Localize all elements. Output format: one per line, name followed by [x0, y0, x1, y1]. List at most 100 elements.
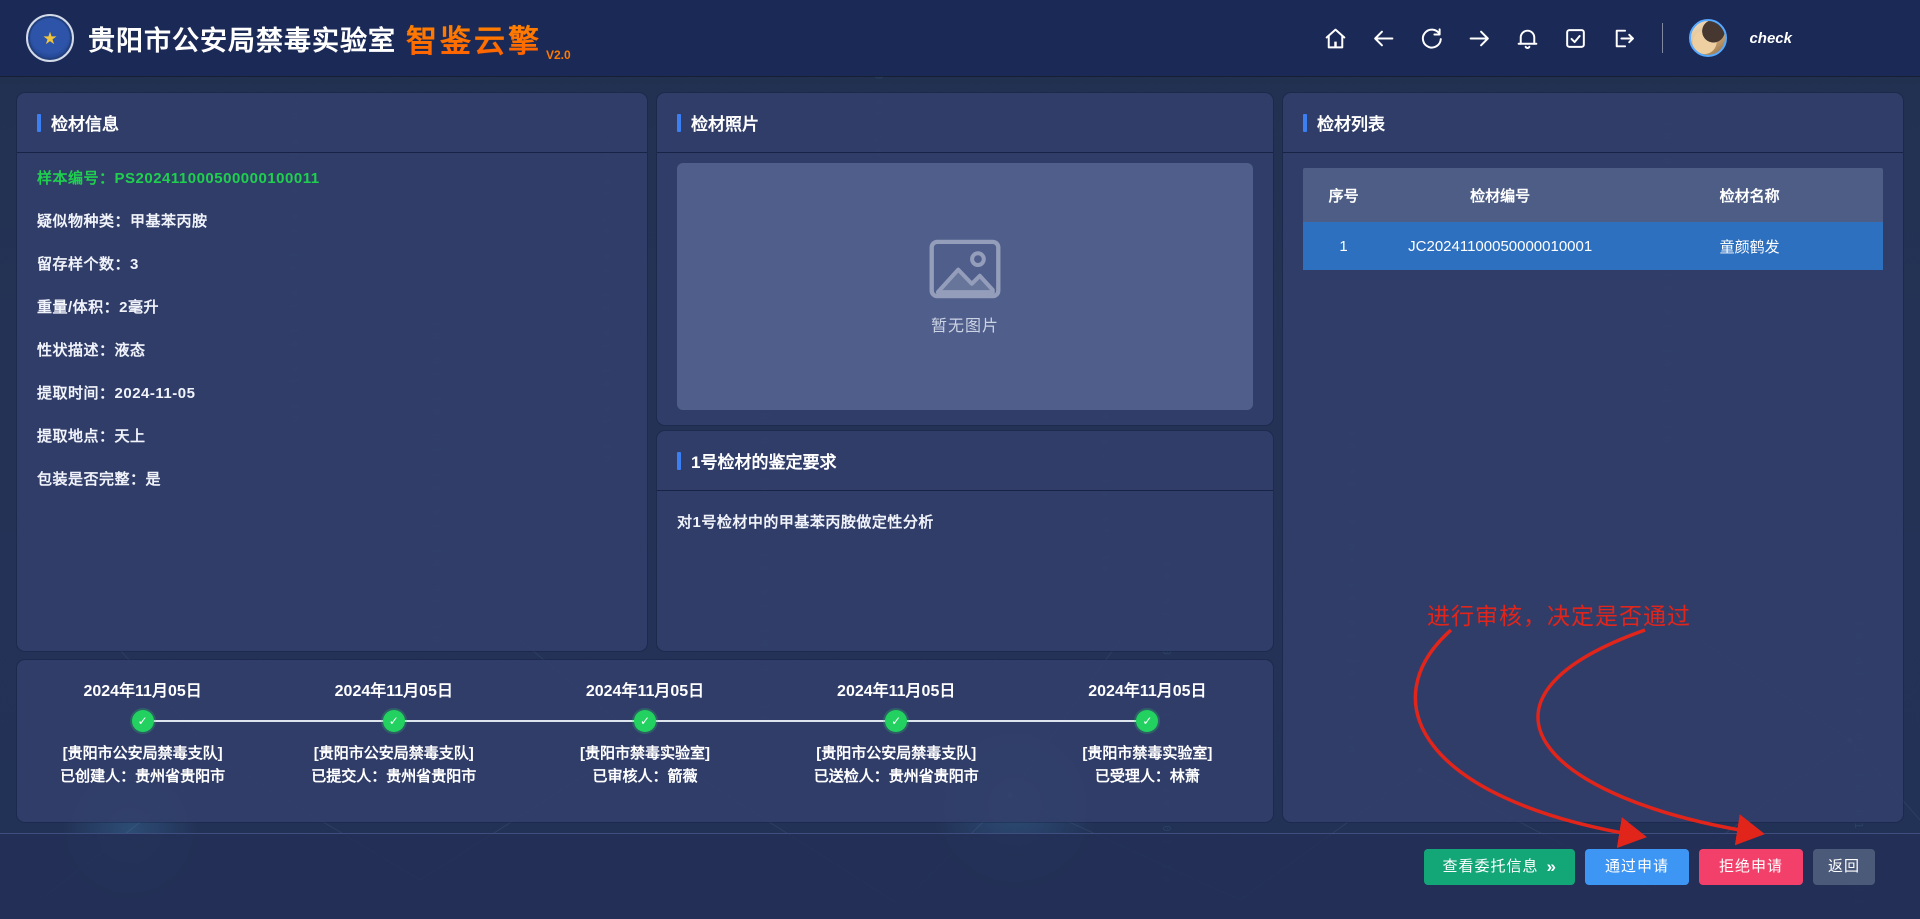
product-logo: 智鉴云擎: [406, 16, 542, 61]
retained-count-field: 留存样个数：3: [37, 256, 627, 273]
timeline-org: [贵阳市禁毒实验室]: [519, 743, 770, 765]
no-image-text: 暂无图片: [931, 312, 999, 336]
todo-check-icon[interactable]: [1562, 25, 1588, 51]
package-intact-field: 包装是否完整：是: [37, 471, 627, 488]
timeline-step-accepted: 2024年11月05日 ✓ [贵阳市禁毒实验室] 已受理人：林萧: [1022, 660, 1273, 822]
timeline-person: 已创建人：贵州省贵阳市: [17, 765, 268, 788]
specimen-table: 序号 检材编号 检材名称 1 JC20241100050000010001 童颜…: [1283, 153, 1903, 285]
view-commission-label: 查看委托信息: [1442, 849, 1538, 885]
timeline-date: 2024年11月05日: [268, 682, 519, 701]
requirement-content: 对1号检材中的甲基苯丙胺做定性分析: [657, 491, 1273, 552]
panel-title: 检材照片: [677, 110, 759, 135]
field-label: 包装是否完整：: [37, 471, 146, 488]
timeline-date: 2024年11月05日: [771, 682, 1022, 701]
timeline-person: 已受理人：林萧: [1022, 765, 1273, 788]
review-annotation-text: 进行审核，决定是否通过: [1427, 597, 1691, 631]
timeline-person: 已送检人：贵州省贵阳市: [771, 765, 1022, 788]
logout-icon[interactable]: [1610, 25, 1636, 51]
double-chevron-icon: »: [1546, 849, 1556, 885]
cell-name: 童颜鹤发: [1616, 222, 1883, 270]
image-placeholder-icon: [928, 238, 1002, 300]
username-label: check: [1749, 30, 1792, 47]
panel-header: 检材列表: [1283, 93, 1903, 153]
notifications-bell-icon[interactable]: [1514, 25, 1540, 51]
specimen-list-panel: 检材列表 序号 检材编号 检材名称 1 JC202411000500000100…: [1283, 93, 1903, 822]
refresh-icon[interactable]: [1418, 25, 1444, 51]
app-header: ★ 贵阳市公安局禁毒实验室 智鉴云擎 V2.0 check: [0, 0, 1920, 76]
user-avatar[interactable]: [1689, 19, 1727, 57]
timeline-step-sent: 2024年11月05日 ✓ [贵阳市公安局禁毒支队] 已送检人：贵州省贵阳市: [771, 660, 1022, 822]
timeline-org: [贵阳市公安局禁毒支队]: [17, 743, 268, 765]
back-arrow-icon[interactable]: [1370, 25, 1396, 51]
field-label: 样本编号：: [37, 170, 115, 187]
field-label: 提取地点：: [37, 428, 115, 445]
check-circle-icon: ✓: [1136, 710, 1158, 732]
view-commission-button[interactable]: 查看委托信息 »: [1424, 849, 1574, 885]
nav-divider: [1662, 23, 1663, 53]
photo-placeholder: 暂无图片: [677, 163, 1253, 410]
panel-title: 检材信息: [37, 110, 119, 135]
timeline-date: 2024年11月05日: [519, 682, 770, 701]
check-circle-icon: ✓: [885, 710, 907, 732]
panel-title: 检材列表: [1303, 110, 1385, 135]
timeline-org: [贵阳市禁毒实验室]: [1022, 743, 1273, 765]
panel-title: 1号检材的鉴定要求: [677, 448, 836, 473]
lab-title: 贵阳市公安局禁毒实验室: [88, 19, 396, 58]
appraisal-requirement-panel: 1号检材的鉴定要求 对1号检材中的甲基苯丙胺做定性分析: [657, 431, 1273, 651]
police-badge-logo: ★: [26, 14, 74, 62]
panel-header: 1号检材的鉴定要求: [657, 431, 1273, 491]
table-row[interactable]: 1 JC20241100050000010001 童颜鹤发: [1303, 222, 1883, 270]
timeline-org: [贵阳市公安局禁毒支队]: [268, 743, 519, 765]
suspected-type-field: 疑似物种类：甲基苯丙胺: [37, 213, 627, 230]
field-value: 甲基苯丙胺: [130, 213, 208, 230]
timeline-org: [贵阳市公安局禁毒支队]: [771, 743, 1022, 765]
field-label: 留存样个数：: [37, 256, 130, 273]
timeline-step-submitted: 2024年11月05日 ✓ [贵阳市公安局禁毒支队] 已提交人：贵州省贵阳市: [268, 660, 519, 822]
cell-index: 1: [1303, 222, 1384, 270]
check-circle-icon: ✓: [383, 710, 405, 732]
home-icon[interactable]: [1322, 25, 1348, 51]
character-desc-field: 性状描述：液态: [37, 342, 627, 359]
footer-buttons: 查看委托信息 » 通过申请 拒绝申请 返回: [1424, 849, 1875, 885]
back-button[interactable]: 返回: [1813, 849, 1875, 885]
column-header-name: 检材名称: [1616, 168, 1883, 222]
approve-button[interactable]: 通过申请: [1585, 849, 1689, 885]
process-timeline-panel: 2024年11月05日 ✓ [贵阳市公安局禁毒支队] 已创建人：贵州省贵阳市 2…: [17, 660, 1273, 822]
cell-code: JC20241100050000010001: [1384, 222, 1616, 270]
timeline-step-created: 2024年11月05日 ✓ [贵阳市公安局禁毒支队] 已创建人：贵州省贵阳市: [17, 660, 268, 822]
timeline-step-reviewed: 2024年11月05日 ✓ [贵阳市禁毒实验室] 已审核人：箭薇: [519, 660, 770, 822]
weight-volume-field: 重量/体积：2毫升: [37, 299, 627, 316]
table-header-row: 序号 检材编号 检材名称: [1303, 168, 1883, 222]
check-circle-icon: ✓: [132, 710, 154, 732]
timeline-person: 已提交人：贵州省贵阳市: [268, 765, 519, 788]
field-value: 2毫升: [119, 299, 159, 316]
version-label: V2.0: [546, 48, 571, 62]
extract-time-field: 提取时间：2024-11-05: [37, 385, 627, 402]
sample-number-field: 样本编号：PS202411000500000100011: [37, 170, 627, 187]
field-value: 3: [130, 256, 139, 273]
reject-button[interactable]: 拒绝申请: [1699, 849, 1803, 885]
forward-arrow-icon[interactable]: [1466, 25, 1492, 51]
check-circle-icon: ✓: [634, 710, 656, 732]
column-header-index: 序号: [1303, 168, 1384, 222]
timeline-date: 2024年11月05日: [17, 682, 268, 701]
panel-header: 检材照片: [657, 93, 1273, 153]
field-value: PS202411000500000100011: [115, 170, 320, 187]
timeline-date: 2024年11月05日: [1022, 682, 1273, 701]
field-value: 是: [146, 471, 162, 488]
specimen-info-body: 样本编号：PS202411000500000100011 疑似物种类：甲基苯丙胺…: [17, 153, 647, 531]
timeline-person: 已审核人：箭薇: [519, 765, 770, 788]
field-label: 疑似物种类：: [37, 213, 130, 230]
header-nav: check: [1322, 19, 1792, 57]
field-value: 2024-11-05: [115, 385, 196, 402]
column-header-code: 检材编号: [1384, 168, 1616, 222]
field-value: 天上: [115, 428, 146, 445]
panel-header: 检材信息: [17, 93, 647, 153]
badge-star-icon: ★: [42, 30, 57, 47]
specimen-photo-panel: 检材照片 暂无图片: [657, 93, 1273, 425]
photo-body: 暂无图片: [657, 153, 1273, 425]
field-label: 性状描述：: [37, 342, 115, 359]
extract-place-field: 提取地点：天上: [37, 428, 627, 445]
specimen-info-panel: 检材信息 样本编号：PS202411000500000100011 疑似物种类：…: [17, 93, 647, 651]
footer-bar: 查看委托信息 » 通过申请 拒绝申请 返回: [0, 833, 1920, 919]
